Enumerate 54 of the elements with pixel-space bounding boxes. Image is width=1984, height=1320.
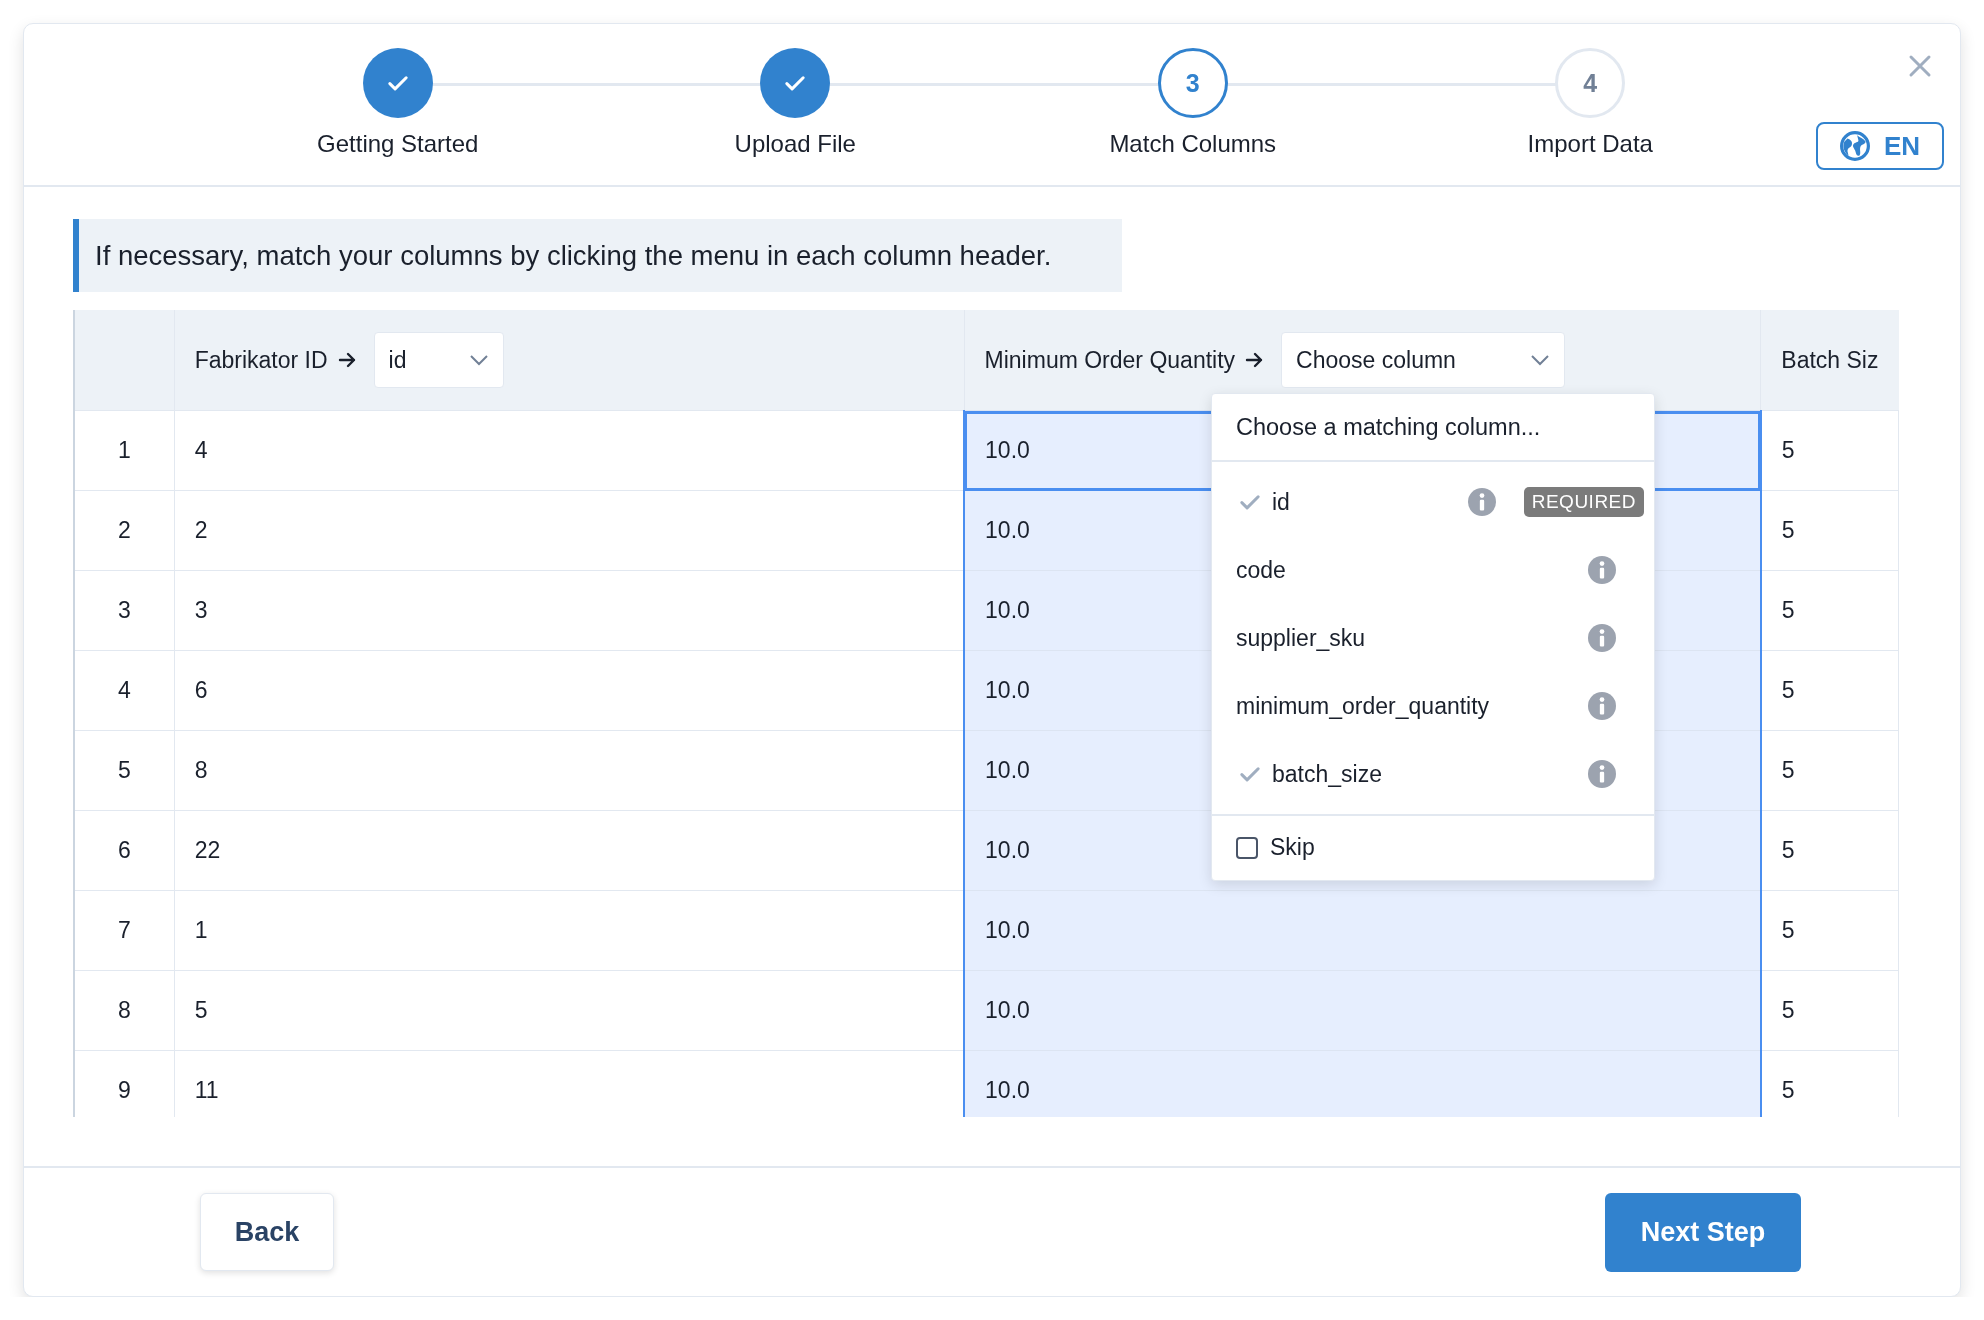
- table-cell: 5: [1760, 970, 1899, 1051]
- checkbox-label: Skip: [1270, 834, 1315, 861]
- info-icon[interactable]: [1588, 760, 1616, 788]
- globe-icon: [1839, 131, 1870, 161]
- table-cell: 5: [1760, 810, 1899, 891]
- table-cell: 5: [1760, 410, 1899, 491]
- step-circle: 3: [1157, 48, 1228, 118]
- column-name: Batch Siz: [1781, 346, 1879, 374]
- menu-option[interactable]: batch_size: [1272, 760, 1382, 787]
- next-step-button[interactable]: Next Step: [1605, 1192, 1801, 1272]
- row-number: 7: [74, 890, 175, 971]
- column-select[interactable]: Choose column: [1281, 332, 1566, 388]
- row-number: 2: [74, 490, 175, 571]
- column-select[interactable]: id: [373, 332, 504, 388]
- info-icon[interactable]: [1467, 488, 1496, 516]
- column-name: Minimum Order Quantity: [984, 346, 1236, 374]
- checkbox[interactable]: [1236, 836, 1258, 859]
- table-cell: 5: [1760, 570, 1899, 651]
- row-number: 3: [74, 570, 175, 651]
- back-button[interactable]: Back: [200, 1193, 334, 1271]
- info-icon[interactable]: [1588, 692, 1616, 720]
- table-cell: 10.0: [964, 890, 1761, 971]
- step-label: Getting Started: [317, 130, 479, 158]
- menu-heading: Choose a matching column...: [1236, 414, 1541, 441]
- language-button[interactable]: EN: [1816, 122, 1944, 170]
- row-number: 5: [74, 730, 175, 811]
- caret-icon: [468, 354, 489, 366]
- step-label: Import Data: [1527, 130, 1653, 158]
- step-label: Upload File: [734, 130, 856, 158]
- column-name: Fabrikator ID: [194, 346, 328, 374]
- row-number: 8: [74, 970, 175, 1051]
- table-cell: 5: [1760, 890, 1899, 971]
- row-number: 4: [74, 650, 175, 731]
- close-icon[interactable]: [1908, 54, 1932, 78]
- info-icon[interactable]: [1588, 624, 1616, 652]
- table-cell: 5: [1760, 650, 1899, 731]
- info-icon[interactable]: [1588, 556, 1616, 584]
- menu-option[interactable]: id: [1272, 488, 1290, 515]
- row-number: 9: [74, 1050, 175, 1117]
- table-cell: 5: [1760, 730, 1899, 811]
- step-circle: 4: [1555, 48, 1626, 118]
- menu-option[interactable]: minimum_order_quantity: [1236, 692, 1490, 719]
- arrow-icon: [337, 350, 358, 370]
- menu-option[interactable]: supplier_sku: [1236, 624, 1366, 651]
- step-label: Match Columns: [1109, 130, 1277, 158]
- row-number: 1: [74, 410, 175, 491]
- required-badge: REQUIRED: [1523, 487, 1644, 517]
- table-cell: 5: [1760, 490, 1899, 571]
- row-number: 6: [74, 810, 175, 891]
- caret-icon: [1530, 354, 1551, 366]
- table-cell: 10.0: [964, 970, 1761, 1051]
- table-cell: 4: [174, 410, 965, 491]
- table-cell: 10.0: [964, 1050, 1761, 1117]
- instruction-text: If necessary, match your columns by clicking the menu in each column header.: [95, 239, 1052, 272]
